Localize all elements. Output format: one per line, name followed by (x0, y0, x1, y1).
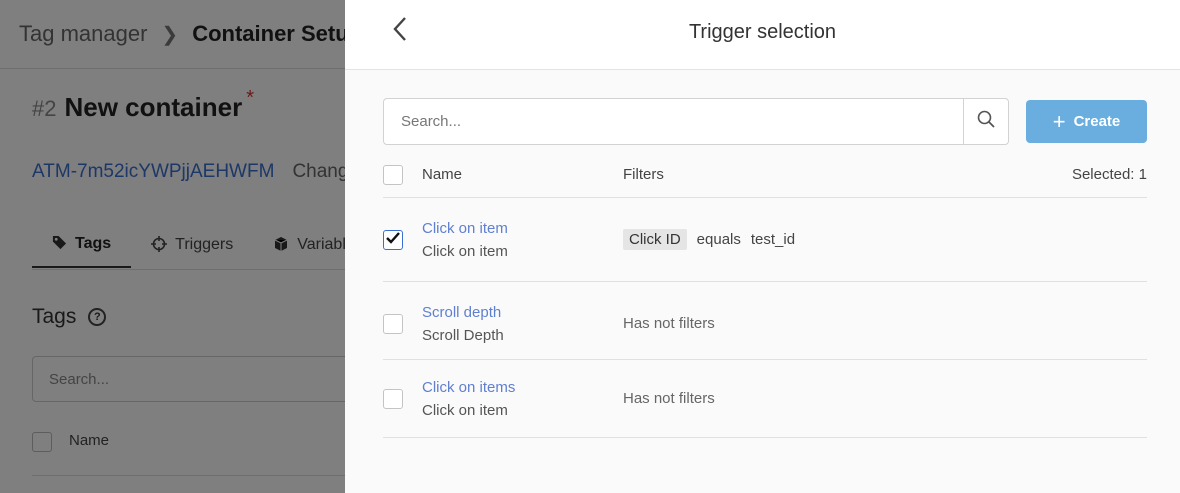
column-filters: Filters (623, 166, 664, 183)
filter-value: test_id (750, 231, 796, 248)
no-filters-text: Has not filters (623, 389, 715, 407)
filter-condition: Click ID equals test_id (623, 229, 1147, 250)
search-button[interactable] (963, 99, 1008, 144)
table-row[interactable]: Click on items Click on item Has not fil… (383, 360, 1147, 438)
search-input[interactable] (384, 99, 963, 144)
checkmark-icon (386, 231, 400, 249)
filter-operator: equals (696, 231, 741, 248)
trigger-selection-panel: Trigger selection + Create Name Filters … (345, 0, 1180, 493)
create-label: Create (1073, 113, 1121, 130)
plus-icon: + (1052, 108, 1066, 134)
table-row[interactable]: Click on item Click on item Click ID equ… (383, 198, 1147, 282)
row-checkbox[interactable] (383, 229, 403, 250)
selected-count: Selected: 1 (1071, 166, 1147, 183)
table-row[interactable]: Scroll depth Scroll Depth Has not filter… (383, 282, 1147, 360)
panel-title: Trigger selection (688, 21, 837, 43)
column-name: Name (422, 166, 463, 183)
search-icon (977, 110, 995, 133)
search-box (383, 98, 1009, 145)
table-header: Name Filters Selected: 1 (383, 152, 1147, 198)
row-checkbox[interactable] (383, 313, 403, 334)
row-checkbox[interactable] (383, 388, 403, 409)
create-button[interactable]: + Create (1026, 100, 1147, 143)
trigger-type: Scroll Depth (422, 326, 504, 344)
panel-header: Trigger selection (345, 0, 1180, 70)
trigger-name-link[interactable]: Scroll depth (422, 304, 623, 321)
trigger-name-link[interactable]: Click on items (422, 379, 623, 396)
search-row: + Create (383, 98, 1147, 145)
trigger-type: Click on item (422, 401, 508, 419)
trigger-table: Name Filters Selected: 1 Click on item C… (383, 152, 1147, 438)
filter-field: Click ID (623, 229, 687, 250)
trigger-name-link[interactable]: Click on item (422, 220, 623, 237)
no-filters-text: Has not filters (623, 314, 715, 332)
select-all-checkbox[interactable] (383, 164, 403, 185)
trigger-type: Click on item (422, 242, 508, 260)
